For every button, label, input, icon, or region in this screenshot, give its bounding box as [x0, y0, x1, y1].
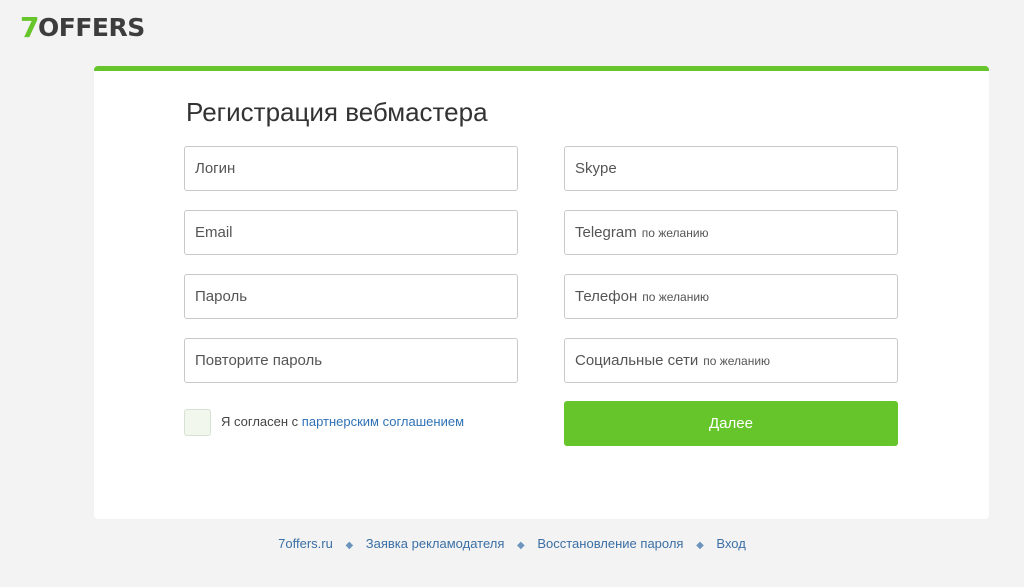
footer-link-password-recovery[interactable]: Восстановление пароля [537, 536, 683, 551]
footer-separator-icon: ◆ [517, 540, 525, 551]
footer-separator-icon: ◆ [696, 540, 704, 551]
login-field[interactable]: Логин [184, 146, 518, 191]
password-field[interactable]: Пароль [184, 274, 518, 319]
social-networks-field[interactable]: Социальные сети по желанию [564, 338, 898, 383]
agreement-prefix: Я согласен с [221, 414, 299, 429]
logo-text: OFFERS [37, 12, 145, 42]
telegram-optional-note: по желанию [641, 225, 709, 240]
password-placeholder: Пароль [195, 288, 248, 305]
footer-link-advertiser-request[interactable]: Заявка рекламодателя [366, 536, 505, 551]
registration-card: Регистрация вебмастера Логин Email Парол… [94, 66, 989, 519]
email-placeholder: Email [195, 224, 233, 241]
social-networks-placeholder: Социальные сети [575, 352, 699, 369]
footer-nav: 7offers.ru ◆ Заявка рекламодателя ◆ Восс… [0, 536, 1024, 551]
phone-field[interactable]: Телефон по желанию [564, 274, 898, 319]
logo[interactable]: 7 OFFERS [20, 10, 145, 44]
repeat-password-field[interactable]: Повторите пароль [184, 338, 518, 383]
telegram-placeholder: Telegram [575, 224, 637, 241]
email-field[interactable]: Email [184, 210, 518, 255]
repeat-password-placeholder: Повторите пароль [195, 352, 323, 369]
social-networks-optional-note: по желанию [703, 353, 771, 368]
phone-optional-note: по желанию [642, 289, 710, 304]
next-button[interactable]: Далее [564, 401, 898, 446]
footer-link-home[interactable]: 7offers.ru [278, 536, 333, 551]
skype-field[interactable]: Skype [564, 146, 898, 191]
phone-placeholder: Телефон [575, 288, 638, 305]
footer-separator-icon: ◆ [345, 540, 354, 551]
agreement-label: Я согласен с партнерским соглашением [221, 414, 464, 429]
agreement-checkbox[interactable] [184, 409, 211, 436]
footer-link-login[interactable]: Вход [716, 536, 745, 551]
logo-seven: 7 [20, 10, 39, 44]
telegram-field[interactable]: Telegram по желанию [564, 210, 898, 255]
skype-placeholder: Skype [575, 160, 617, 177]
page-title: Регистрация вебмастера [186, 97, 488, 127]
login-placeholder: Логин [195, 160, 236, 177]
partner-agreement-link[interactable]: партнерским соглашением [302, 414, 464, 429]
